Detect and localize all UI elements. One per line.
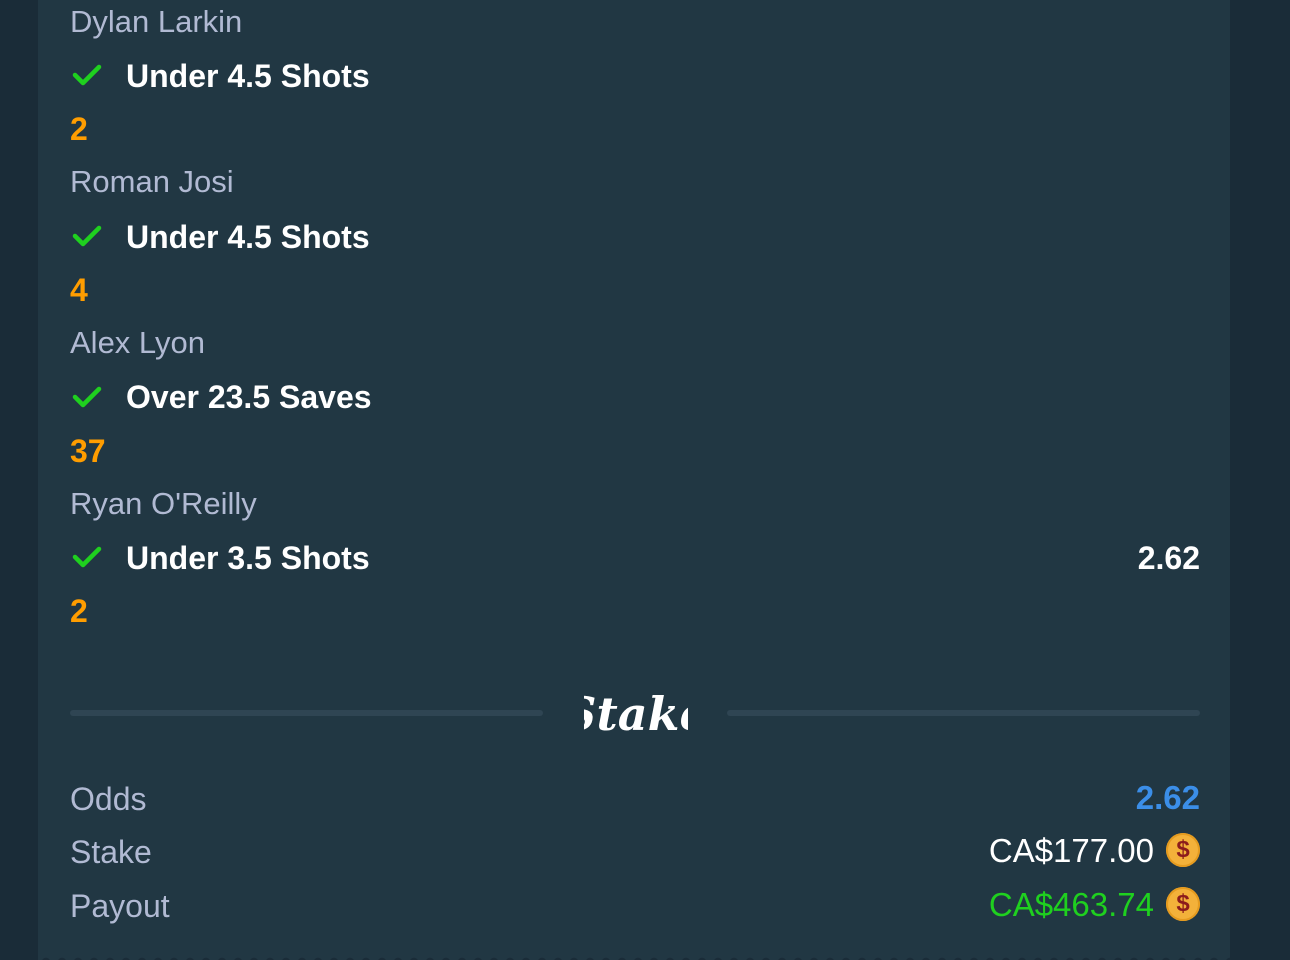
leg-player-name: Roman Josi	[70, 164, 234, 199]
divider-right	[727, 710, 1200, 716]
stake-logo: Stake	[584, 687, 688, 741]
leg-odds: 2.62	[1137, 540, 1200, 576]
check-icon	[72, 386, 102, 408]
leg-market: Under 4.5 Shots	[126, 219, 370, 255]
stake-value: CA$177.00	[988, 832, 1154, 869]
leg-result: 2	[70, 593, 88, 629]
bet-slip-page: Dylan Larkin Under 4.5 Shots 2 Roman Jos…	[0, 0, 1290, 960]
card-scalloped-edge	[38, 956, 1230, 960]
leg-result: 37	[70, 433, 106, 469]
leg-market: Over 23.5 Saves	[126, 379, 372, 415]
bet-card	[38, 0, 1230, 960]
payout-label: Payout	[70, 888, 170, 924]
payout-value: CA$463.74	[988, 886, 1154, 923]
leg-market: Under 4.5 Shots	[126, 58, 370, 94]
check-icon	[72, 64, 102, 86]
odds-label: Odds	[70, 781, 147, 817]
leg-result: 4	[70, 272, 88, 308]
leg-player-name: Alex Lyon	[70, 325, 205, 360]
leg-player-name: Dylan Larkin	[70, 4, 243, 39]
leg-player-name: Ryan O'Reilly	[70, 486, 257, 521]
check-icon	[72, 546, 102, 568]
stake-logo-text: Stake	[584, 687, 688, 741]
check-icon	[72, 225, 102, 247]
coin-icon: $	[1166, 887, 1200, 921]
leg-result: 2	[70, 111, 88, 147]
odds-value: 2.62	[1135, 779, 1200, 816]
coin-icon: $	[1166, 833, 1200, 867]
divider-left	[70, 710, 543, 716]
leg-market: Under 3.5 Shots	[126, 540, 370, 576]
stake-label: Stake	[70, 834, 152, 870]
